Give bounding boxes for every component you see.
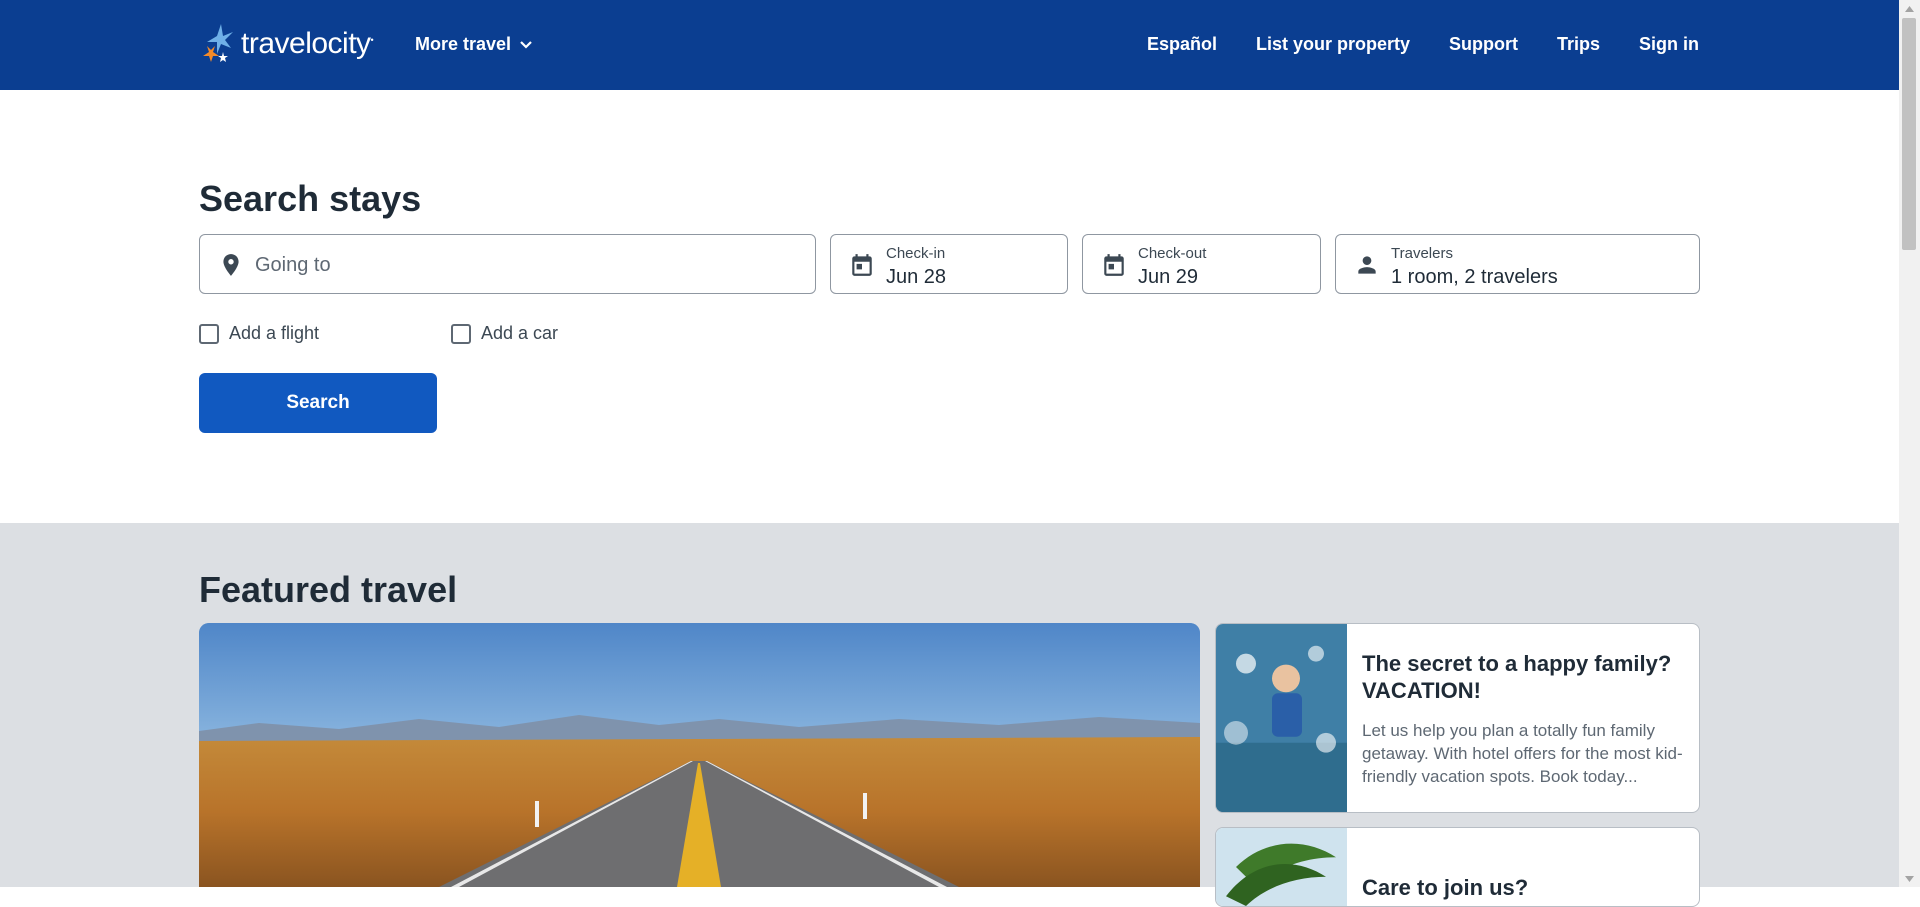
logo-text: travelocity: [241, 27, 371, 60]
nav-trips[interactable]: Trips: [1557, 34, 1600, 55]
add-car-label: Add a car: [481, 323, 559, 343]
page-scrollbar[interactable]: [1899, 0, 1920, 887]
add-car-checkbox[interactable]: Add a car: [451, 323, 558, 344]
search-button[interactable]: Search: [199, 373, 437, 433]
check-out-label: Check-out: [1138, 245, 1207, 262]
travelers-value: 1 room, 2 travelers: [1391, 266, 1558, 288]
nav-espanol[interactable]: Español: [1147, 34, 1217, 55]
chevron-down-icon: [520, 40, 532, 49]
featured-travel-section: Featured travel The secret to a happy fa…: [0, 523, 1899, 907]
nav-support[interactable]: Support: [1449, 34, 1518, 55]
top-header: travelocity • More travel Español List y…: [0, 0, 1899, 90]
check-in-field[interactable]: Check-in Jun 28: [830, 234, 1068, 294]
nav-sign-in[interactable]: Sign in: [1639, 34, 1699, 55]
featured-hero-image[interactable]: [199, 623, 1200, 887]
add-flight-label: Add a flight: [229, 323, 320, 343]
travelers-field[interactable]: Travelers 1 room, 2 travelers: [1335, 234, 1700, 294]
add-car-box[interactable]: [451, 323, 471, 344]
logo-star-icon: [203, 24, 233, 62]
scrollbar-thumb[interactable]: [1902, 18, 1916, 250]
calendar-icon: [1104, 254, 1124, 276]
person-icon: [1358, 256, 1376, 274]
check-in-label: Check-in: [886, 245, 946, 262]
going-to-placeholder: Going to: [255, 254, 331, 276]
going-to-field[interactable]: Going to: [199, 234, 816, 294]
scroll-up-arrow-icon[interactable]: [1899, 0, 1920, 17]
check-out-value: Jun 29: [1138, 266, 1199, 288]
family-vacation-image: [1216, 624, 1347, 812]
more-travel-menu[interactable]: More travel: [415, 34, 533, 55]
featured-card-join[interactable]: Care to join us?: [1215, 827, 1700, 907]
palm-tree-image: [1216, 828, 1347, 906]
featured-travel-title: Featured travel: [199, 569, 458, 610]
check-in-value: Jun 28: [886, 266, 947, 288]
card-title: The secret to a happy family? VACATION!: [1362, 651, 1672, 703]
logo-trademark: •: [370, 35, 374, 45]
check-out-field[interactable]: Check-out Jun 29: [1082, 234, 1321, 294]
travelers-label: Travelers: [1391, 245, 1453, 262]
add-flight-box[interactable]: [199, 323, 219, 344]
nav-list-your-property[interactable]: List your property: [1256, 34, 1410, 55]
travelocity-logo[interactable]: travelocity •: [199, 22, 374, 66]
scroll-down-arrow-icon[interactable]: [1899, 870, 1920, 887]
calendar-icon: [852, 254, 872, 276]
header-nav: Español List your property Support Trips…: [1147, 34, 1699, 55]
featured-card-family[interactable]: The secret to a happy family? VACATION! …: [1215, 623, 1700, 813]
map-pin-icon: [223, 254, 239, 276]
road-landscape-image: [199, 623, 1200, 887]
card-description: Let us help you plan a totally fun famil…: [1362, 721, 1683, 786]
add-flight-checkbox[interactable]: Add a flight: [199, 323, 319, 344]
search-stays-title: Search stays: [199, 178, 422, 219]
more-travel-label: More travel: [415, 34, 512, 54]
card-title: Care to join us?: [1362, 875, 1529, 900]
